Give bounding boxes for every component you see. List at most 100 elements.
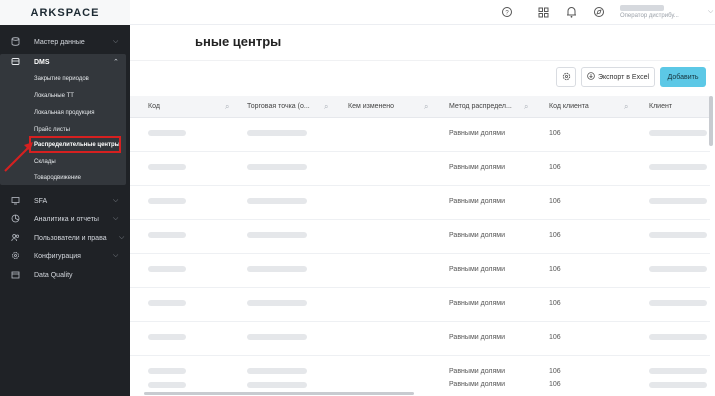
redacted-client xyxy=(649,232,707,238)
table-row[interactable]: Равными долями 106 xyxy=(128,254,710,288)
sidebar-item-master-data[interactable]: Мастер данные ⌵ xyxy=(0,32,130,52)
table-header: Код ⌕ Торговая точка (о... ⌕ Кем изменен… xyxy=(128,96,710,118)
chevron-down-icon: ⌵ xyxy=(113,197,119,204)
gear-icon xyxy=(562,72,571,83)
search-icon[interactable]: ⌕ xyxy=(424,96,428,118)
redacted-code xyxy=(148,368,186,374)
table-row[interactable]: Равными долями 106 xyxy=(128,322,710,356)
submenu-item-goods-movement[interactable]: Товародвижение xyxy=(34,175,81,181)
redacted-code xyxy=(148,334,186,340)
redacted-trade-point xyxy=(247,266,307,272)
bell-icon[interactable] xyxy=(564,5,578,19)
logo[interactable]: ARKSPACE xyxy=(0,0,130,25)
sidebar-item-data-quality[interactable]: Data Quality xyxy=(0,265,130,285)
search-icon[interactable]: ⌕ xyxy=(524,96,528,118)
search-icon[interactable]: ⌕ xyxy=(225,96,229,118)
redacted-client xyxy=(649,130,707,136)
sidebar-item-label: Пользователи и права xyxy=(34,234,107,242)
redacted-trade-point xyxy=(247,368,307,374)
sidebar-item-analytics[interactable]: Аналитика и отчеты ⌵ xyxy=(0,209,130,229)
redacted-trade-point xyxy=(247,334,307,340)
method-cell: Равными долями xyxy=(449,198,506,205)
redacted-trade-point xyxy=(247,130,307,136)
sidebar-item-label: Аналитика и отчеты xyxy=(34,215,99,223)
chevron-down-icon: ⌵ xyxy=(113,215,119,222)
support-icon[interactable]: ? xyxy=(500,5,514,19)
redacted-code xyxy=(148,198,186,204)
client-code-cell: 106 xyxy=(549,300,561,307)
search-icon[interactable]: ⌕ xyxy=(324,96,328,118)
column-header-changed-by[interactable]: Кем изменено xyxy=(348,96,394,118)
sidebar-item-users-rights[interactable]: Пользователи и права ⌵ xyxy=(0,228,130,248)
page-title: ьные центры xyxy=(195,34,282,49)
monitor-icon xyxy=(11,196,20,205)
sidebar-item-label: Конфигурация xyxy=(34,252,81,260)
method-cell: Равными долями xyxy=(449,232,506,239)
sidebar-item-sfa[interactable]: SFA ⌵ xyxy=(0,191,130,211)
chart-icon xyxy=(11,214,20,223)
client-code-cell: 106 xyxy=(549,198,561,205)
annotation-highlight-box xyxy=(29,136,121,153)
submenu-item-local-products[interactable]: Локальная продукция xyxy=(34,110,95,116)
add-button[interactable]: Добавить xyxy=(660,67,706,87)
redacted-client xyxy=(649,368,707,374)
client-code-cell: 106 xyxy=(549,368,561,375)
redacted-client xyxy=(649,300,707,306)
redacted-code xyxy=(148,300,186,306)
client-code-cell: 106 xyxy=(549,266,561,273)
sidebar-item-label: Мастер данные xyxy=(34,38,85,46)
chevron-down-icon[interactable]: ⌵ xyxy=(708,8,713,16)
redacted-code xyxy=(148,130,186,136)
search-icon[interactable]: ⌕ xyxy=(624,96,628,118)
column-header-code[interactable]: Код xyxy=(148,96,160,118)
user-name-redacted xyxy=(620,5,664,11)
redacted-client xyxy=(649,198,707,204)
redacted-client xyxy=(649,266,707,272)
table-row[interactable]: Равными долями 106 xyxy=(128,152,710,186)
column-header-client[interactable]: Клиент xyxy=(649,96,672,118)
redacted-client xyxy=(649,334,707,340)
table-row[interactable]: Равными долями 106 xyxy=(128,118,710,152)
redacted-client xyxy=(649,382,707,388)
apps-grid-icon[interactable] xyxy=(536,5,550,19)
method-cell: Равными долями xyxy=(449,164,506,171)
client-code-cell: 106 xyxy=(549,164,561,171)
compass-icon[interactable] xyxy=(592,5,606,19)
table-row[interactable]: Равными долями 106 xyxy=(128,288,710,322)
sidebar-item-label: DMS xyxy=(34,58,50,66)
submenu-item-local-outlets[interactable]: Локальные ТТ xyxy=(34,93,74,99)
sidebar-item-configuration[interactable]: Конфигурация ⌵ xyxy=(0,246,130,266)
export-excel-button[interactable]: Экспорт в Excel xyxy=(581,67,655,87)
table-row[interactable]: Равными долями 106 xyxy=(128,378,710,392)
database-icon xyxy=(11,37,20,46)
sidebar-item-dms[interactable]: DMS ⌃ xyxy=(0,52,130,72)
horizontal-scrollbar[interactable] xyxy=(128,392,710,396)
client-code-cell: 106 xyxy=(549,232,561,239)
vertical-scrollbar[interactable] xyxy=(709,96,713,396)
column-header-trade-point[interactable]: Торговая точка (о... xyxy=(247,96,310,118)
column-header-method[interactable]: Метод распредел... xyxy=(449,96,512,118)
redacted-trade-point xyxy=(247,300,307,306)
users-icon xyxy=(11,233,20,242)
method-cell: Равными долями xyxy=(449,300,506,307)
client-code-cell: 106 xyxy=(549,130,561,137)
redacted-trade-point xyxy=(247,164,307,170)
table-row[interactable]: Равными долями 106 xyxy=(128,186,710,220)
svg-text:?: ? xyxy=(505,11,509,17)
redacted-code xyxy=(148,164,186,170)
settings-button[interactable] xyxy=(556,67,576,87)
submenu-item-period-closing[interactable]: Закрытие периодов xyxy=(34,76,89,82)
submenu-item-price-lists[interactable]: Прайс листы xyxy=(34,127,70,133)
user-menu[interactable]: Оператор дистрибу... ⌵ xyxy=(620,4,713,22)
method-cell: Равными долями xyxy=(449,381,506,388)
method-cell: Равными долями xyxy=(449,266,506,273)
sidebar-item-label: SFA xyxy=(34,197,48,205)
chevron-down-icon: ⌵ xyxy=(119,234,125,241)
redacted-trade-point xyxy=(247,198,307,204)
table-row[interactable]: Равными долями 106 xyxy=(128,220,710,254)
chevron-up-icon: ⌃ xyxy=(113,59,119,66)
chevron-down-icon: ⌵ xyxy=(113,38,119,45)
chevron-down-icon: ⌵ xyxy=(113,252,119,259)
column-header-client-code[interactable]: Код клиента xyxy=(549,96,589,118)
method-cell: Равными долями xyxy=(449,334,506,341)
